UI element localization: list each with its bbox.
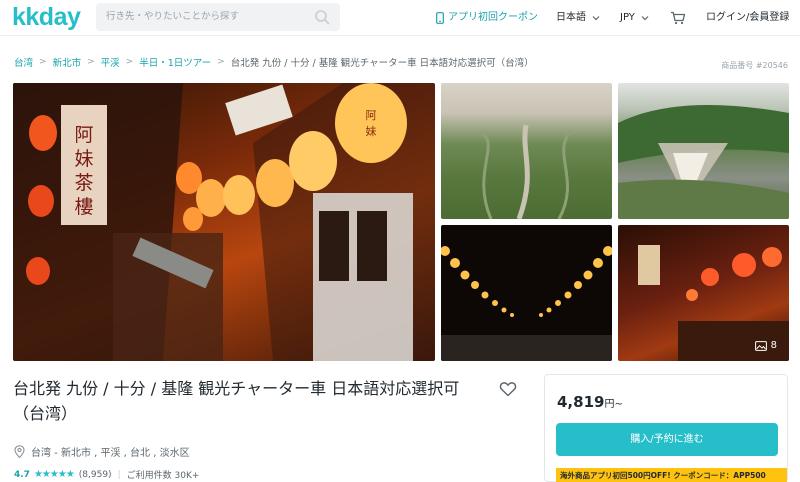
rating-summary: 4.7 ★★★★★ (8,959) | ご利用件数 30K+ [14,468,199,481]
location-pin-icon [14,445,25,458]
kkday-logo[interactable]: kkday [12,3,81,31]
sign-char: 阿 [74,124,93,146]
gallery-image-alley[interactable]: 8 [618,225,789,361]
price: 4,819円~ [557,393,623,411]
night-market-illustration [441,246,612,361]
rating-score: 4.7 [14,469,30,480]
breadcrumb-separator: > [87,57,95,67]
app-coupon-link[interactable]: アプリ初回クーポン [436,0,538,36]
jiufen-lanterns-illustration: 阿 妹 茶 樓 阿 妹 [13,83,435,361]
usage-count: ご利用件数 30K+ [126,471,200,481]
heart-icon[interactable] [499,380,517,398]
gallery-image-reef[interactable] [441,83,612,219]
breadcrumb-separator: > [125,57,134,67]
lantern-row-left [441,246,514,317]
photo-count-label: 8 [770,340,777,351]
phone-icon [436,12,444,24]
breadcrumb-separator: > [39,57,47,67]
breadcrumb-item-new-taipei[interactable]: 新北市 [53,55,82,69]
breadcrumb-item-day-tour[interactable]: 半日・1日ツアー [139,55,211,69]
booking-panel: 4,819円~ 購入/予約に進む 海外商品アプリ初回500円OFF! クーポンコ… [544,374,788,482]
search-icon[interactable] [314,9,330,25]
language-selector[interactable]: 日本語 [556,0,600,36]
waterfall-illustration [618,105,789,219]
book-now-button[interactable]: 購入/予約に進む [556,423,778,456]
price-suffix: 円~ [604,399,623,410]
breadcrumb-separator: > [217,57,225,67]
lantern-row-right [539,246,612,317]
photo-count-badge[interactable]: 8 [754,340,777,351]
product-location: 台湾 - 新北市 , 平渓 , 台北 , 淡水区 [14,444,190,459]
app-coupon-label: アプリ初回クーポン [448,12,538,23]
image-icon [754,340,767,351]
sign-char: 茶 [74,172,93,194]
login-register-link[interactable]: ログイン/会員登録 [706,0,789,36]
breadcrumb-item-pingxi[interactable]: 平渓 [101,55,120,69]
chevron-down-icon [641,16,649,21]
sign-char: 妹 [74,148,93,170]
breadcrumb-item-taiwan[interactable]: 台湾 [14,55,33,69]
currency-selector[interactable]: JPY [620,0,649,36]
lantern-char: 妹 [366,125,377,138]
promo-banner: 海外商品アプリ初回500円OFF! クーポンコード：APP500 [556,468,787,482]
cart-button[interactable] [670,0,686,36]
gallery-main-image[interactable]: 阿 妹 茶 樓 阿 妹 [13,83,435,361]
sign-char: 樓 [74,196,93,218]
gallery-image-night-market[interactable] [441,225,612,361]
location-text: 台湾 - 新北市 , 平渓 , 台北 , 淡水区 [31,448,190,459]
top-header: kkday 行き先・やりたいことから探す アプリ初回クーポン 日本語 JPY ロ… [0,0,800,36]
product-title: 台北発 九份 / 十分 / 基隆 観光チャーター車 日本語対応選択可（台湾） [13,379,460,423]
reef-illustration [480,124,573,219]
cart-icon [671,11,686,25]
review-count[interactable]: (8,959) [79,470,112,480]
lantern-char: 阿 [366,109,377,122]
breadcrumb-current: 台北発 九份 / 十分 / 基隆 観光チャーター車 日本語対応選択可（台湾） [230,58,534,69]
chevron-down-icon [592,16,600,21]
language-label: 日本語 [556,12,586,23]
currency-label: JPY [620,12,635,23]
gallery-image-waterfall[interactable] [618,83,789,219]
product-number: 商品番号 #20546 [721,61,788,70]
search-placeholder: 行き先・やりたいことから探す [106,11,240,22]
divider: | [117,469,121,480]
star-rating-icons: ★★★★★ [33,469,75,480]
breadcrumb: 台湾 > 新北市 > 平渓 > 半日・1日ツアー > 台北発 九份 / 十分 /… [14,55,534,69]
search-input[interactable]: 行き先・やりたいことから探す [96,3,340,31]
price-value: 4,819 [557,393,605,411]
